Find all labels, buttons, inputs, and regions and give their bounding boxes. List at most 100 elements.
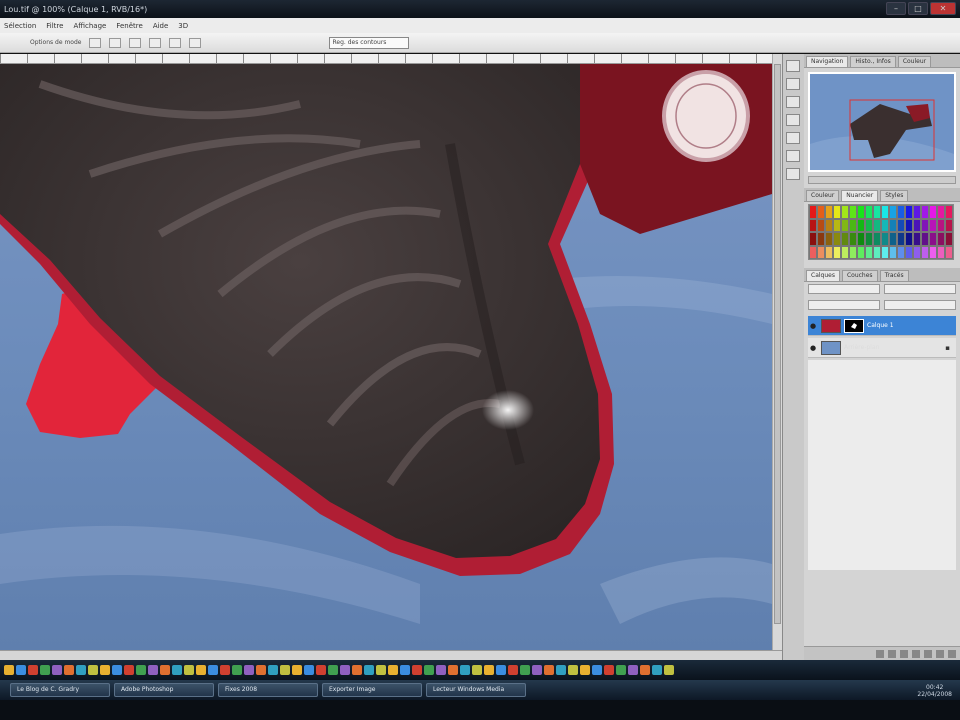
layer-mask-thumbnail[interactable] [844,318,864,333]
app-launch-icon[interactable] [256,665,266,675]
menu-window[interactable]: Fenêtre [116,22,142,30]
color-swatch[interactable] [897,245,905,259]
app-launch-icon[interactable] [436,665,446,675]
tab-styles[interactable]: Styles [880,190,909,201]
app-launch-icon[interactable] [76,665,86,675]
color-swatch[interactable] [921,232,929,246]
tab-layers[interactable]: Calques [806,270,840,281]
app-launch-icon[interactable] [532,665,542,675]
color-swatch[interactable] [873,245,881,259]
taskbar-button[interactable]: Fixes 2008 [218,683,318,697]
app-launch-icon[interactable] [628,665,638,675]
minimize-button[interactable]: – [886,2,906,15]
color-swatch[interactable] [889,205,897,219]
app-launch-icon[interactable] [340,665,350,675]
color-swatch[interactable] [865,232,873,246]
app-launch-icon[interactable] [592,665,602,675]
color-swatch[interactable] [833,205,841,219]
color-swatch[interactable] [865,245,873,259]
app-launch-icon[interactable] [100,665,110,675]
color-swatch[interactable] [921,245,929,259]
color-swatch[interactable] [945,218,953,232]
color-swatch[interactable] [809,218,817,232]
history-panel-icon[interactable] [786,78,800,90]
lock-options[interactable] [808,300,880,310]
color-swatch[interactable] [873,205,881,219]
color-swatch[interactable] [897,232,905,246]
color-swatch[interactable] [929,205,937,219]
color-swatch[interactable] [905,232,913,246]
app-launch-icon[interactable] [160,665,170,675]
fill-field[interactable] [884,300,956,310]
layer-row[interactable]: ● Calque 1 [808,316,956,336]
app-launch-icon[interactable] [580,665,590,675]
menu-selection[interactable]: Sélection [4,22,36,30]
color-swatch[interactable] [849,245,857,259]
menu-help[interactable]: Aide [153,22,168,30]
color-swatch[interactable] [921,218,929,232]
mode-intersect-button[interactable] [149,37,162,48]
app-launch-icon[interactable] [604,665,614,675]
app-launch-icon[interactable] [244,665,254,675]
opacity-field[interactable] [884,284,956,294]
color-swatch[interactable] [825,218,833,232]
scrollbar-thumb[interactable] [774,64,781,624]
taskbar-button[interactable]: Exporter Image [322,683,422,697]
color-swatch[interactable] [881,245,889,259]
option-button[interactable] [169,37,182,48]
color-swatch[interactable] [825,232,833,246]
app-launch-icon[interactable] [544,665,554,675]
mode-add-button[interactable] [109,37,122,48]
app-launch-icon[interactable] [88,665,98,675]
system-clock[interactable]: 00:42 22/04/2008 [917,684,952,698]
option-button[interactable] [189,37,202,48]
mode-new-button[interactable] [89,37,102,48]
color-swatch[interactable] [833,245,841,259]
menu-3d[interactable]: 3D [178,22,188,30]
app-launch-icon[interactable] [280,665,290,675]
app-launch-icon[interactable] [148,665,158,675]
color-swatch[interactable] [817,245,825,259]
color-swatch[interactable] [833,232,841,246]
close-button[interactable]: ✕ [930,2,956,15]
app-launch-icon[interactable] [292,665,302,675]
link-layers-icon[interactable] [876,649,884,658]
color-swatch[interactable] [913,232,921,246]
tab-color[interactable]: Couleur [897,56,932,67]
tab-navigator[interactable]: Navigation [806,56,849,67]
vertical-scrollbar[interactable] [772,54,782,650]
app-launch-icon[interactable] [268,665,278,675]
app-launch-icon[interactable] [328,665,338,675]
app-launch-icon[interactable] [124,665,134,675]
color-swatch[interactable] [825,205,833,219]
app-launch-icon[interactable] [316,665,326,675]
new-group-icon[interactable] [924,649,932,658]
app-launch-icon[interactable] [460,665,470,675]
color-swatch[interactable] [849,218,857,232]
eye-icon[interactable]: ● [810,344,818,352]
trash-icon[interactable] [948,649,956,658]
color-swatch[interactable] [945,245,953,259]
taskbar-button[interactable]: Lecteur Windows Media [426,683,526,697]
app-launch-icon[interactable] [304,665,314,675]
menu-filter[interactable]: Filtre [46,22,63,30]
tab-paths[interactable]: Tracés [879,270,909,281]
color-swatch[interactable] [929,245,937,259]
color-swatch[interactable] [841,232,849,246]
app-launch-icon[interactable] [16,665,26,675]
app-launch-icon[interactable] [40,665,50,675]
app-launch-icon[interactable] [352,665,362,675]
color-swatch[interactable] [913,205,921,219]
app-launch-icon[interactable] [232,665,242,675]
color-swatch[interactable] [817,218,825,232]
color-swatch[interactable] [897,218,905,232]
app-launch-icon[interactable] [172,665,182,675]
brush-panel-icon[interactable] [786,114,800,126]
app-launch-icon[interactable] [112,665,122,675]
app-launch-icon[interactable] [472,665,482,675]
color-swatch[interactable] [937,232,945,246]
app-launch-icon[interactable] [412,665,422,675]
app-launch-icon[interactable] [508,665,518,675]
navigator-preview[interactable] [808,72,956,172]
adjustment-icon[interactable] [912,649,920,658]
